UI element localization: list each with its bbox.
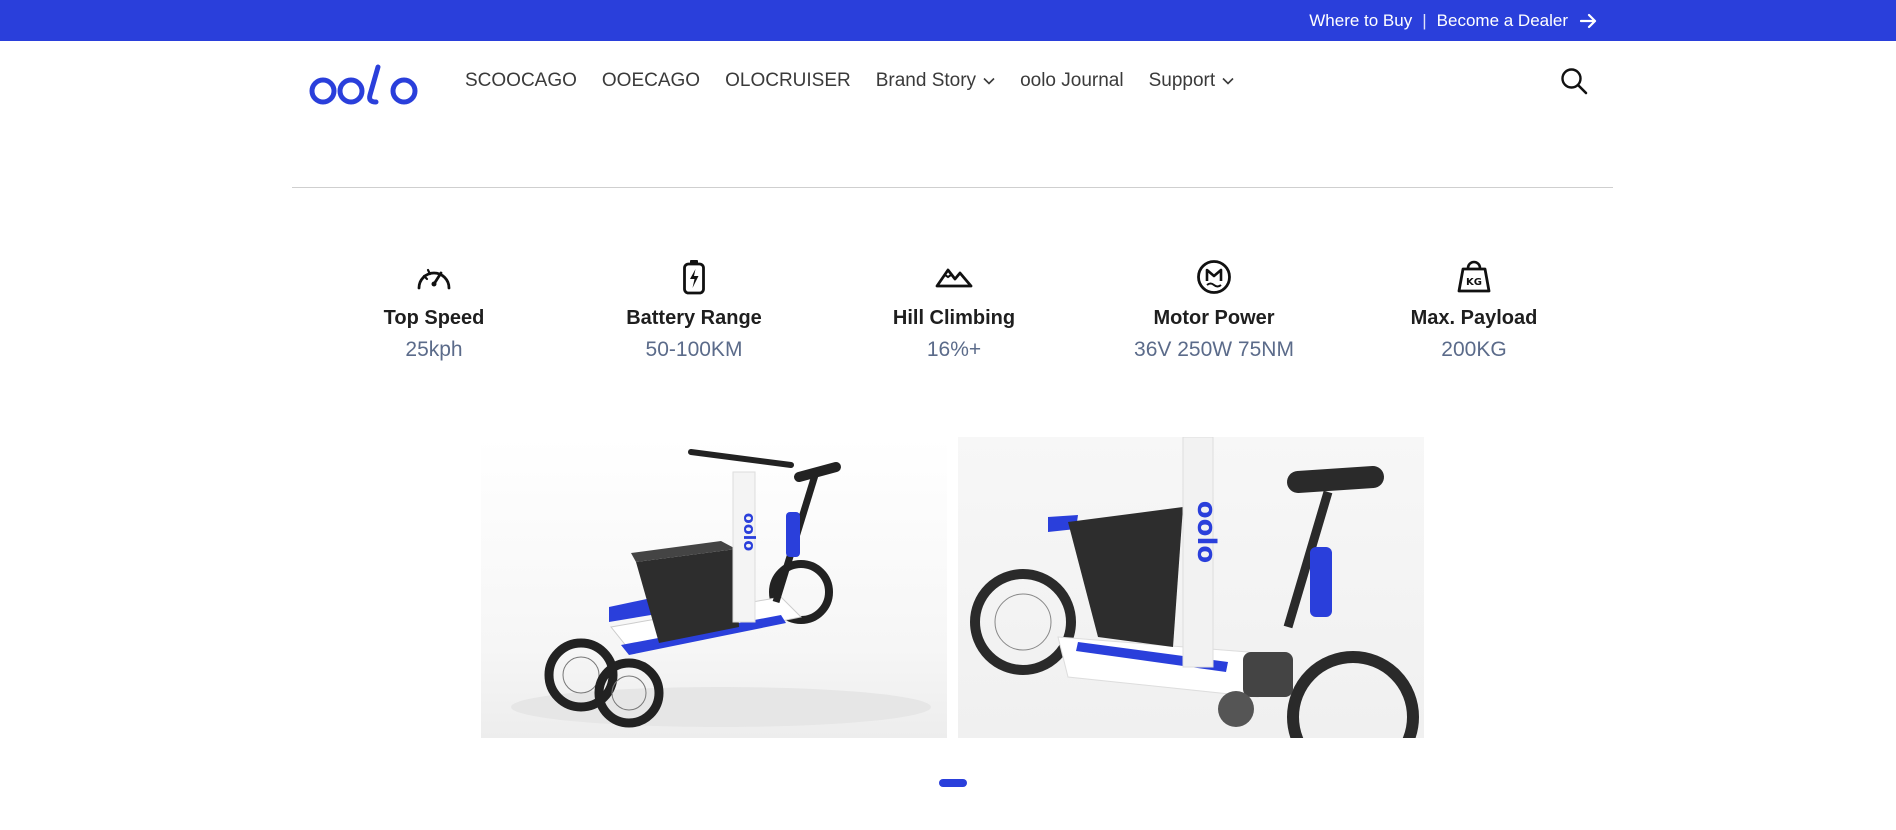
spec-value: 16%+ [926, 338, 982, 361]
nav-item-brand-story[interactable]: Brand Story [876, 70, 995, 92]
product-gallery: oolo oolo [481, 437, 1424, 738]
nav-item-label: SCOOCAGO [465, 70, 577, 91]
spec-label: Motor Power [1153, 307, 1275, 329]
battery-icon [564, 255, 824, 299]
nav-item-label: Support [1148, 70, 1216, 91]
nav-item-label: oolo Journal [1020, 70, 1124, 91]
become-dealer-link[interactable]: Become a Dealer [1437, 11, 1568, 31]
nav-item-label: Brand Story [875, 70, 977, 91]
chevron-down-icon [983, 77, 995, 85]
nav-item-olocruiser[interactable]: OLOCRUISER [725, 70, 851, 92]
top-bar-separator: | [1422, 10, 1427, 30]
cargo-trike-closeup-image[interactable]: oolo [958, 437, 1424, 738]
spec-top-speed: Top Speed 25kph [304, 255, 564, 362]
spec-highlights: Top Speed 25kph Battery Range 50-100KM H… [304, 255, 1604, 375]
search-icon[interactable] [1560, 67, 1588, 95]
nav-item-support[interactable]: Support [1149, 70, 1235, 92]
top-bar: Where to Buy | Become a Dealer [0, 0, 1896, 41]
spec-value: 36V 250W 75NM [1134, 338, 1294, 361]
weight-icon: KG [1344, 255, 1604, 299]
brand-logo[interactable] [308, 59, 422, 107]
nav-item-scoocago[interactable]: SCOOCAGO [465, 70, 577, 92]
spec-battery-range: Battery Range 50-100KM [564, 255, 824, 362]
arrow-right-icon[interactable] [1580, 13, 1598, 29]
nav-item-oolo-journal[interactable]: oolo Journal [1020, 70, 1124, 92]
spec-hill-climbing: Hill Climbing 16%+ [824, 255, 1084, 362]
spec-label: Top Speed [383, 307, 485, 329]
spec-max-payload: KG Max. Payload 200KG [1344, 255, 1604, 362]
gallery-pagination [939, 779, 967, 787]
speedometer-icon [304, 255, 564, 299]
site-header: SCOOCAGO OOECAGO OLOCRUISER Brand Story … [0, 41, 1896, 121]
chevron-down-icon [1222, 77, 1234, 85]
nav-item-label: OLOCRUISER [725, 70, 851, 91]
section-divider [292, 187, 1613, 188]
spec-label: Max. Payload [1410, 307, 1538, 329]
nav-item-label: OOECAGO [601, 70, 701, 91]
pagination-dot-active[interactable] [939, 779, 967, 787]
where-to-buy-link[interactable]: Where to Buy [1309, 11, 1412, 31]
motor-icon [1084, 255, 1344, 299]
top-bar-links: Where to Buy | Become a Dealer [1309, 0, 1598, 41]
spec-label: Hill Climbing [892, 307, 1016, 329]
svg-text:oolo: oolo [740, 513, 759, 551]
spec-value: 50-100KM [645, 338, 743, 361]
cargo-trike-image[interactable]: oolo [481, 437, 947, 738]
svg-text:KG: KG [1466, 277, 1482, 288]
main-nav: SCOOCAGO OOECAGO OLOCRUISER Brand Story … [465, 41, 1259, 121]
spec-motor-power: Motor Power 36V 250W 75NM [1084, 255, 1344, 362]
spec-value: 25kph [405, 338, 463, 361]
nav-item-ooecago[interactable]: OOECAGO [602, 70, 700, 92]
spec-value: 200KG [1441, 338, 1507, 361]
svg-text:oolo: oolo [1191, 501, 1221, 564]
spec-label: Battery Range [626, 307, 762, 329]
mountain-icon [824, 255, 1084, 299]
